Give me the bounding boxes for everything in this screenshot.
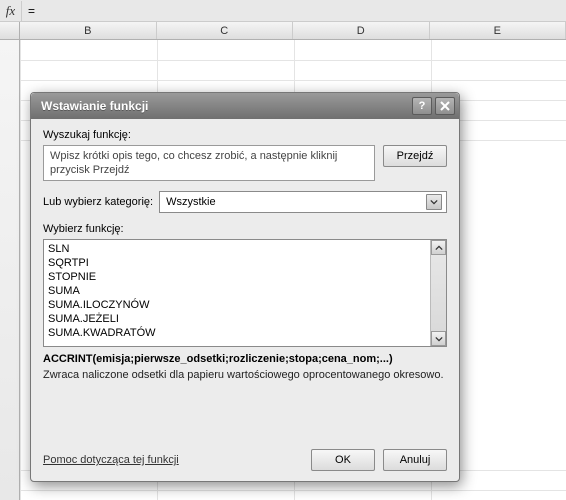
help-button[interactable]: ? xyxy=(412,97,432,115)
insert-function-dialog: Wstawianie funkcji ? Wyszukaj funkcję: W… xyxy=(30,92,460,482)
row-header-strip xyxy=(0,40,20,500)
scroll-up-button[interactable] xyxy=(431,240,446,255)
col-header[interactable]: D xyxy=(293,22,430,39)
search-label: Wyszukaj funkcję: xyxy=(43,129,447,141)
search-input[interactable]: Wpisz krótki opis tego, co chcesz zrobić… xyxy=(43,145,375,181)
scroll-down-button[interactable] xyxy=(431,331,446,346)
category-value: Wszystkie xyxy=(166,196,426,208)
function-listbox[interactable]: SLN SQRTPI STOPNIE SUMA SUMA.ILOCZYNÓW S… xyxy=(43,239,447,347)
col-header[interactable]: B xyxy=(20,22,157,39)
function-signature: ACCRINT(emisja;pierwsze_odsetki;rozlicze… xyxy=(43,353,447,365)
category-label: Lub wybierz kategorię: xyxy=(43,196,153,208)
col-header[interactable]: E xyxy=(430,22,566,39)
list-item[interactable]: SUMA.JEŻELI xyxy=(48,312,428,326)
function-description: Zwraca naliczone odsetki dla papieru war… xyxy=(43,369,447,417)
scrollbar[interactable] xyxy=(430,240,446,346)
list-item[interactable]: SLN xyxy=(48,242,428,256)
column-headers: B C D E xyxy=(0,22,566,40)
list-item[interactable]: STOPNIE xyxy=(48,270,428,284)
row-corner[interactable] xyxy=(0,22,20,39)
col-header[interactable]: C xyxy=(157,22,294,39)
ok-button[interactable]: OK xyxy=(311,449,375,471)
fx-icon[interactable]: fx xyxy=(0,1,22,21)
category-select[interactable]: Wszystkie xyxy=(159,191,447,213)
select-function-label: Wybierz funkcję: xyxy=(43,223,447,235)
chevron-down-icon[interactable] xyxy=(426,194,442,210)
list-item[interactable]: SUMA xyxy=(48,284,428,298)
go-button[interactable]: Przejdź xyxy=(383,145,447,167)
list-item[interactable]: SUMA.ILOCZYNÓW xyxy=(48,298,428,312)
dialog-title: Wstawianie funkcji xyxy=(41,99,409,113)
dialog-titlebar[interactable]: Wstawianie funkcji ? xyxy=(31,93,459,119)
cancel-button[interactable]: Anuluj xyxy=(383,449,447,471)
formula-value[interactable]: = xyxy=(22,4,35,18)
list-item[interactable]: SUMA.KWADRATÓW xyxy=(48,326,428,340)
list-item[interactable]: SQRTPI xyxy=(48,256,428,270)
help-link[interactable]: Pomoc dotycząca tej funkcji xyxy=(43,454,179,466)
close-button[interactable] xyxy=(435,97,455,115)
